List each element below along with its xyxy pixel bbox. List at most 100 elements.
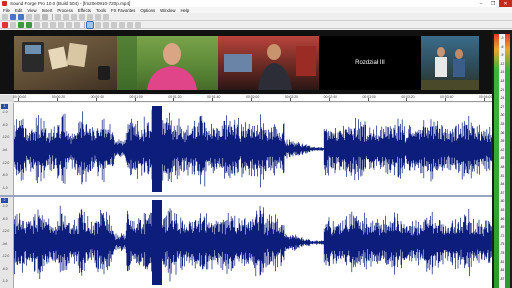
title-bar: Sound Forge Pro 10.0 (Build 504) - [fm20… [0, 0, 512, 7]
cut-icon[interactable] [55, 13, 61, 20]
zoom-out-icon[interactable] [127, 21, 133, 28]
app-icon [2, 1, 7, 6]
video-strip[interactable]: Rozdział III [0, 30, 492, 94]
ruler-time-label: 00:03:20 [401, 95, 415, 99]
pause-icon[interactable] [34, 21, 40, 28]
open-icon[interactable] [10, 13, 16, 20]
db-scale-label: -6.0 [2, 122, 8, 127]
save-icon[interactable] [18, 13, 24, 20]
db-scale-label: -6.0 [2, 216, 8, 221]
new-icon[interactable] [2, 13, 8, 20]
crop-icon[interactable] [87, 13, 93, 20]
db-scale-label: -12.0 [2, 160, 10, 165]
frame-people-outdoor [421, 36, 479, 90]
ruler-tick [445, 98, 446, 101]
ruler-tick [328, 98, 330, 101]
menu-file[interactable]: File [3, 8, 10, 13]
ruler-tick [95, 98, 97, 101]
waveform-path [14, 205, 492, 282]
paste-icon[interactable] [71, 13, 77, 20]
vu-meter: -3 -6 -9 -12 -15 -18 -21 -24 -27 -30 -33 -36 -39 -42-… [492, 30, 512, 288]
ruler-time-label: 00:02:20 [284, 95, 299, 99]
ruler-tick [173, 98, 174, 101]
window-title: Sound Forge Pro 10.0 (Build 504) - [fm20… [10, 1, 131, 6]
mix-icon[interactable] [79, 13, 85, 20]
channel-1[interactable]: 1 -1.0 -6.0 -12.0 -Inf. -12.0 -6.0 -1.0 [0, 103, 492, 195]
ruler-time-label: 00:01:00 [129, 95, 143, 99]
channel-2-number[interactable]: 2 [1, 198, 8, 203]
ruler-time-label: 00:00:00 [13, 95, 27, 99]
menu-help[interactable]: Help [180, 8, 189, 13]
ruler-gutter [0, 95, 14, 102]
time-ruler[interactable]: 00:00:00 00:00:20 00:00:40 00:01:00 00:01:20… [13, 95, 493, 102]
channel-2-gutter: 2 -1.0 -6.0 -12.0 -Inf. -12.0 -6.0 -1.0 [0, 197, 14, 288]
ruler-time-label: 00:04:00 [479, 95, 493, 99]
channel-1-waveform[interactable] [14, 103, 492, 195]
waveform-loud-block [152, 200, 162, 285]
menu-process[interactable]: Process [57, 8, 73, 13]
menu-insert[interactable]: Insert [42, 8, 53, 13]
channel-2-waveform[interactable] [14, 197, 492, 288]
pencil-tool-icon[interactable] [103, 21, 109, 28]
menu-options[interactable]: Options [140, 8, 155, 13]
waveform-loud-block [152, 106, 162, 192]
ruler-time-label: 00:01:20 [168, 95, 182, 99]
ruler-tick [484, 98, 485, 101]
db-scale-label: -1.0 [2, 204, 8, 208]
copy-icon[interactable] [63, 13, 69, 20]
toolbar-separator [84, 21, 85, 28]
ruler-time-label: 00:02:00 [246, 95, 260, 99]
ruler-time-label: 00:00:40 [90, 95, 104, 99]
ruler-tick [134, 98, 135, 101]
ruler-tick [56, 98, 58, 101]
window-controls: – ❐ ✕ [475, 0, 512, 7]
db-scale-label: -1.0 [2, 279, 8, 283]
vu-right-channel [505, 34, 510, 288]
record-icon[interactable] [2, 21, 8, 28]
close-icon[interactable] [42, 13, 48, 20]
frame-people-outdoor-image [421, 47, 479, 90]
close-button[interactable]: ✕ [499, 0, 512, 7]
ruler-time-label: 00:03:40 [440, 95, 454, 99]
standard-toolbar [0, 13, 512, 21]
frame-title-caption: Rozdział III [355, 60, 385, 66]
channel-1-number[interactable]: 1 [1, 104, 8, 109]
minimize-button[interactable]: – [475, 0, 487, 7]
menu-fx-favorites[interactable]: FX Favorites [111, 8, 135, 13]
zoom-in-icon[interactable] [119, 21, 125, 28]
loop-icon[interactable] [10, 21, 16, 28]
db-scale-label: -12.0 [2, 135, 10, 140]
rewind-icon[interactable] [58, 21, 64, 28]
maximize-button[interactable]: ❐ [487, 0, 499, 7]
menu-view[interactable]: View [27, 8, 36, 13]
render-icon[interactable] [34, 13, 40, 20]
frame-computer-room-image [224, 44, 316, 90]
menu-tools[interactable]: Tools [96, 8, 106, 13]
play-icon[interactable] [26, 21, 32, 28]
save-as-icon[interactable] [26, 13, 32, 20]
waveform-path [14, 109, 492, 191]
frame-phone-photos-image [22, 42, 110, 80]
envelope-tool-icon[interactable] [111, 21, 117, 28]
menu-effects[interactable]: Effects [78, 8, 91, 13]
refresh-icon[interactable] [135, 21, 141, 28]
frame-title-card: Rozdział III [319, 36, 421, 90]
undo-icon[interactable] [95, 13, 101, 20]
go-to-start-icon[interactable] [50, 21, 56, 28]
edit-tool-icon[interactable] [86, 20, 94, 29]
redo-icon[interactable] [103, 13, 109, 20]
channel-2[interactable]: 2 -1.0 -6.0 -12.0 -Inf. -12.0 -6.0 -1.0 [0, 197, 492, 288]
db-scale-label: -Inf. [2, 148, 8, 152]
go-to-end-icon[interactable] [74, 21, 80, 28]
menu-edit[interactable]: Edit [15, 8, 22, 13]
stop-icon[interactable] [42, 21, 48, 28]
play-all-icon[interactable] [18, 21, 24, 28]
db-scale-label: -1.0 [2, 186, 8, 190]
frame-computer-room [218, 36, 319, 90]
transport-toolbar [0, 20, 512, 29]
frame-man-pink-shirt [117, 36, 218, 90]
menu-window[interactable]: Window [160, 8, 175, 13]
forward-icon[interactable] [66, 21, 72, 28]
magnify-tool-icon[interactable] [95, 21, 101, 28]
ruler-time-label: 00:00:20 [51, 95, 66, 99]
